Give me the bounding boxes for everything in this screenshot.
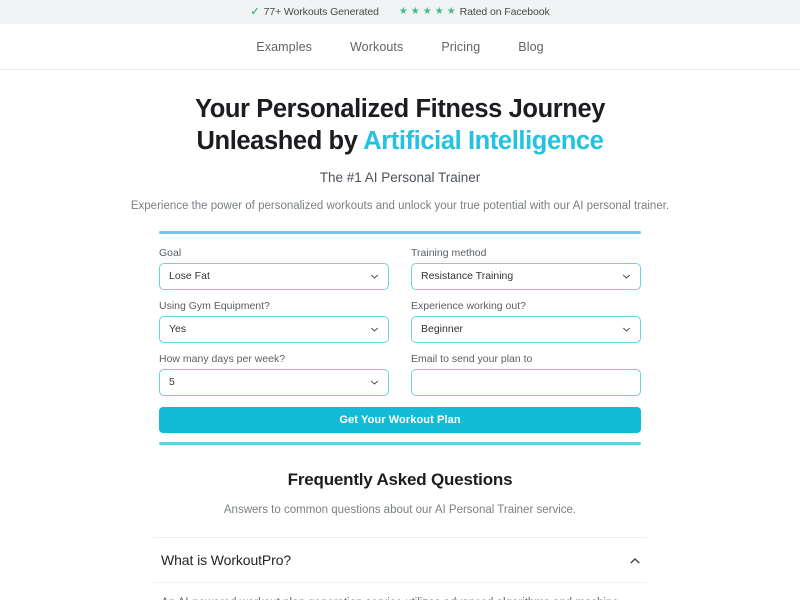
chevron-down-icon — [370, 378, 379, 387]
workout-form: Goal Lose Fat Training method Resistance… — [159, 230, 641, 445]
field-email-label: Email to send your plan to — [411, 352, 533, 365]
star-rating: ★ ★ ★ ★ ★ — [399, 7, 456, 17]
faq-list: What is WorkoutPro? An AI-powered workou… — [153, 537, 647, 600]
gym-equipment-select-value: Yes — [169, 323, 187, 336]
nav-item-workouts[interactable]: Workouts — [350, 40, 403, 54]
hero-description: Experience the power of personalized wor… — [130, 199, 670, 212]
experience-select[interactable]: Beginner — [411, 315, 641, 343]
chevron-down-icon — [370, 272, 379, 281]
nav-item-blog[interactable]: Blog — [518, 40, 543, 54]
hero-title-line-1: Your Personalized Fitness Journey — [194, 95, 606, 123]
main-navigation: Examples Workouts Pricing Blog — [0, 24, 800, 70]
chevron-down-icon — [622, 272, 631, 281]
faq-item: What is WorkoutPro? An AI-powered workou… — [153, 537, 647, 600]
get-workout-plan-button[interactable]: Get Your Workout Plan — [159, 406, 641, 433]
field-gym-equipment-label: Using Gym Equipment? — [159, 299, 270, 312]
field-training-method-label: Training method — [411, 246, 487, 259]
star-icon: ★ — [446, 6, 456, 17]
faq-answer: An AI-powered workout plan generation se… — [153, 582, 647, 600]
days-per-week-select[interactable]: 5 — [159, 368, 389, 396]
faq-question-row[interactable]: What is WorkoutPro? — [153, 538, 647, 582]
field-experience-label: Experience working out? — [411, 299, 526, 312]
training-method-select-value: Resistance Training — [421, 270, 514, 283]
field-training-method: Training method Resistance Training — [411, 247, 641, 290]
email-field-wrapper[interactable] — [411, 368, 641, 396]
goal-select-value: Lose Fat — [169, 270, 210, 283]
workouts-generated-badge: ✓ 77+ Workouts Generated — [250, 5, 379, 18]
training-method-select[interactable]: Resistance Training — [411, 262, 641, 290]
gym-equipment-select[interactable]: Yes — [159, 315, 389, 343]
faq-section: Frequently Asked Questions Answers to co… — [0, 470, 800, 600]
hero-title-line-2-plain: Unleashed by — [196, 127, 364, 156]
facebook-rating-badge: ★ ★ ★ ★ ★ Rated on Facebook — [399, 6, 550, 18]
chevron-up-icon[interactable] — [629, 554, 641, 566]
goal-select[interactable]: Lose Fat — [159, 262, 389, 290]
days-per-week-select-value: 5 — [169, 376, 175, 389]
workouts-generated-text: 77+ Workouts Generated — [263, 6, 379, 18]
faq-title: Frequently Asked Questions — [287, 469, 513, 489]
star-icon: ★ — [434, 6, 444, 17]
hero-subtitle: The #1 AI Personal Trainer — [319, 169, 481, 185]
faq-question: What is WorkoutPro? — [161, 552, 292, 569]
form-fields-grid: Goal Lose Fat Training method Resistance… — [159, 247, 641, 396]
nav-item-examples[interactable]: Examples — [256, 40, 312, 54]
announcement-bar: ✓ 77+ Workouts Generated ★ ★ ★ ★ ★ Rated… — [0, 0, 800, 24]
field-gym-equipment: Using Gym Equipment? Yes — [159, 300, 389, 343]
field-experience: Experience working out? Beginner — [411, 300, 641, 343]
page-content: Your Personalized Fitness Journey Unleas… — [0, 70, 800, 600]
page-title: Your Personalized Fitness Journey Unleas… — [0, 93, 800, 158]
chevron-down-icon — [622, 325, 631, 334]
star-icon: ★ — [422, 6, 432, 17]
hero-section: Your Personalized Fitness Journey Unleas… — [0, 70, 800, 215]
faq-description: Answers to common questions about our AI… — [223, 503, 577, 516]
rating-text: Rated on Facebook — [459, 6, 550, 18]
form-top-divider — [159, 230, 641, 234]
field-email: Email to send your plan to — [411, 353, 641, 396]
star-icon: ★ — [410, 6, 420, 17]
form-bottom-divider — [159, 441, 641, 445]
experience-select-value: Beginner — [421, 323, 464, 336]
chevron-down-icon — [370, 325, 379, 334]
field-goal-label: Goal — [159, 246, 182, 259]
field-days-per-week-label: How many days per week? — [159, 352, 286, 365]
nav-item-pricing[interactable]: Pricing — [441, 40, 480, 54]
hero-title-accent: Artificial Intelligence — [363, 127, 604, 156]
check-icon: ✓ — [250, 5, 260, 18]
field-goal: Goal Lose Fat — [159, 247, 389, 290]
field-days-per-week: How many days per week? 5 — [159, 353, 389, 396]
star-icon: ★ — [398, 6, 408, 17]
